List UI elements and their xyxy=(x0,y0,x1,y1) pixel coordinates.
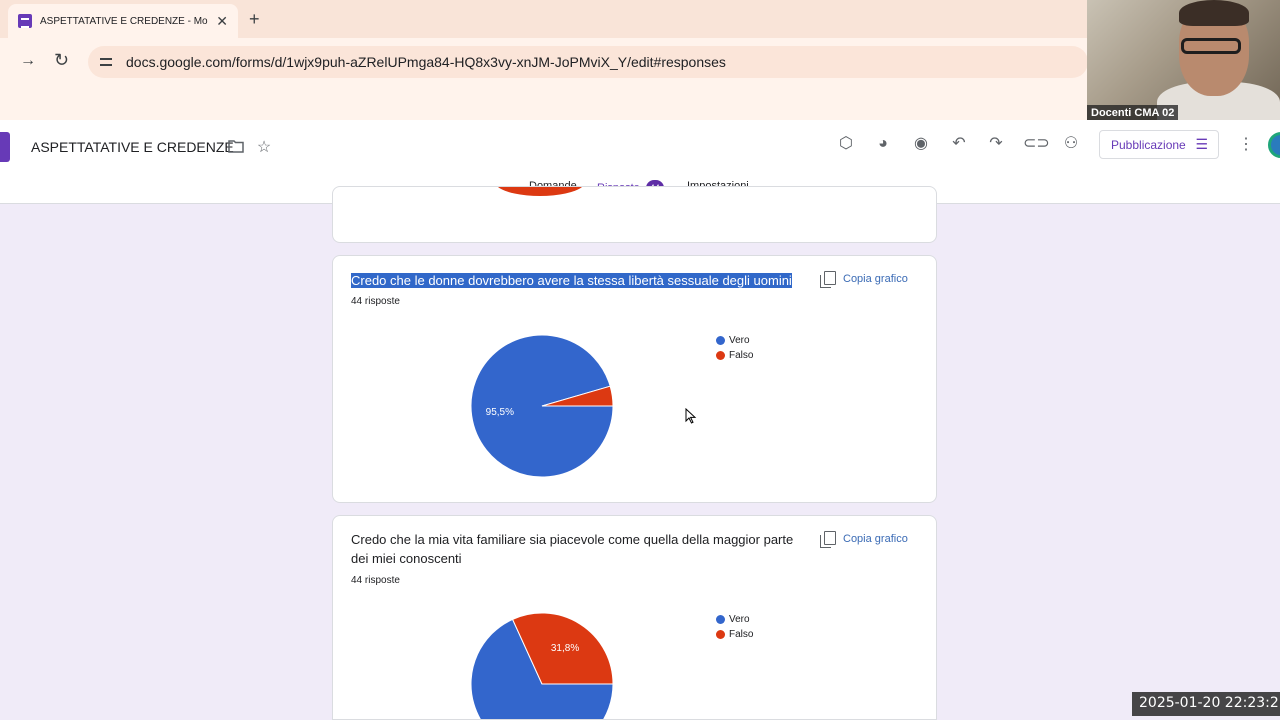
legend-dot xyxy=(716,351,725,360)
chart-legend: Vero Falso xyxy=(716,612,753,642)
addons-icon[interactable]: ⬡ xyxy=(835,134,857,154)
webcam-label: Docenti CMA 02 xyxy=(1087,105,1179,121)
webcam-overlay: Docenti CMA 02 xyxy=(1087,0,1280,124)
forward-arrow-icon[interactable]: → xyxy=(20,52,36,70)
legend-dot xyxy=(716,630,725,639)
recording-timestamp: 2025-01-20 22:23:2 xyxy=(1132,692,1280,716)
address-bar[interactable]: docs.google.com/forms/d/1wjx9puh-aZRelUP… xyxy=(88,46,1088,78)
previous-pie-chart-fragment xyxy=(498,187,582,196)
response-card: Credo che la mia vita familiare sia piac… xyxy=(332,515,937,720)
star-icon[interactable]: ☆ xyxy=(253,138,275,158)
legend-item-vero: Vero xyxy=(716,333,753,348)
legend-item-vero: Vero xyxy=(716,612,753,627)
legend-label: Vero xyxy=(729,335,750,346)
copy-chart-button[interactable]: Copia grafico xyxy=(820,531,908,548)
legend-item-falso: Falso xyxy=(716,627,753,642)
copy-chart-label: Copia grafico xyxy=(843,273,908,285)
pie-data-label: 31,8% xyxy=(551,643,579,654)
copy-chart-button[interactable]: Copia grafico xyxy=(820,271,908,288)
webcam-person-hair xyxy=(1179,0,1249,26)
forms-favicon-icon xyxy=(18,14,32,28)
undo-icon[interactable]: ↶ xyxy=(948,134,970,154)
legend-item-falso: Falso xyxy=(716,348,753,363)
response-card-previous xyxy=(332,186,937,243)
url-text: docs.google.com/forms/d/1wjx9puh-aZRelUP… xyxy=(126,54,726,70)
site-settings-icon[interactable] xyxy=(98,54,114,70)
tab-title: ASPETTATATIVE E CREDENZE - Moduli Goo xyxy=(40,15,208,27)
form-title[interactable]: ASPETTATATIVE E CREDENZE xyxy=(31,139,234,155)
response-count: 44 risposte xyxy=(351,575,400,586)
new-tab-icon[interactable]: + xyxy=(249,9,260,30)
folder-icon[interactable] xyxy=(225,139,247,159)
pie-chart: 31,8% xyxy=(470,612,614,719)
legend-label: Falso xyxy=(729,350,754,361)
publish-button[interactable]: Pubblicazione ☰ xyxy=(1099,130,1219,159)
question-title-text: Credo che le donne dovrebbero avere la s… xyxy=(351,273,792,288)
legend-label: Vero xyxy=(729,614,750,625)
mouse-cursor-icon xyxy=(685,408,697,424)
webcam-person-glasses xyxy=(1181,38,1241,54)
pie-chart: 95,5% xyxy=(470,334,614,478)
question-title: Credo che la mia vita familiare sia piac… xyxy=(351,532,794,566)
copy-icon xyxy=(820,531,836,548)
response-count: 44 risposte xyxy=(351,296,400,307)
question-title: Credo che le donne dovrebbero avere la s… xyxy=(351,271,801,290)
response-card: Credo che le donne dovrebbero avere la s… xyxy=(332,255,937,503)
legend-label: Falso xyxy=(729,629,754,640)
add-collaborator-icon[interactable]: ⚇ xyxy=(1060,134,1082,154)
redo-icon[interactable]: ↷ xyxy=(985,134,1007,154)
chart-legend: Vero Falso xyxy=(716,333,753,363)
forms-logo-icon[interactable] xyxy=(0,132,10,162)
pie-data-label: 95,5% xyxy=(486,407,514,418)
publish-label: Pubblicazione xyxy=(1111,137,1186,152)
more-vert-icon[interactable]: ⋮ xyxy=(1238,134,1254,154)
copy-icon xyxy=(820,271,836,288)
legend-dot xyxy=(716,615,725,624)
tune-icon: ☰ xyxy=(1195,136,1208,152)
reload-icon[interactable]: ↻ xyxy=(54,50,69,71)
close-tab-icon[interactable]: ✕ xyxy=(216,13,228,30)
preview-eye-icon[interactable]: ◉ xyxy=(910,134,932,154)
avatar[interactable] xyxy=(1268,132,1280,158)
browser-tab[interactable]: ASPETTATATIVE E CREDENZE - Moduli Goo ✕ xyxy=(8,4,238,38)
link-icon[interactable]: ⊂⊃ xyxy=(1023,134,1050,154)
copy-chart-label: Copia grafico xyxy=(843,533,908,545)
legend-dot xyxy=(716,336,725,345)
palette-icon[interactable]: ◕ xyxy=(872,134,894,154)
